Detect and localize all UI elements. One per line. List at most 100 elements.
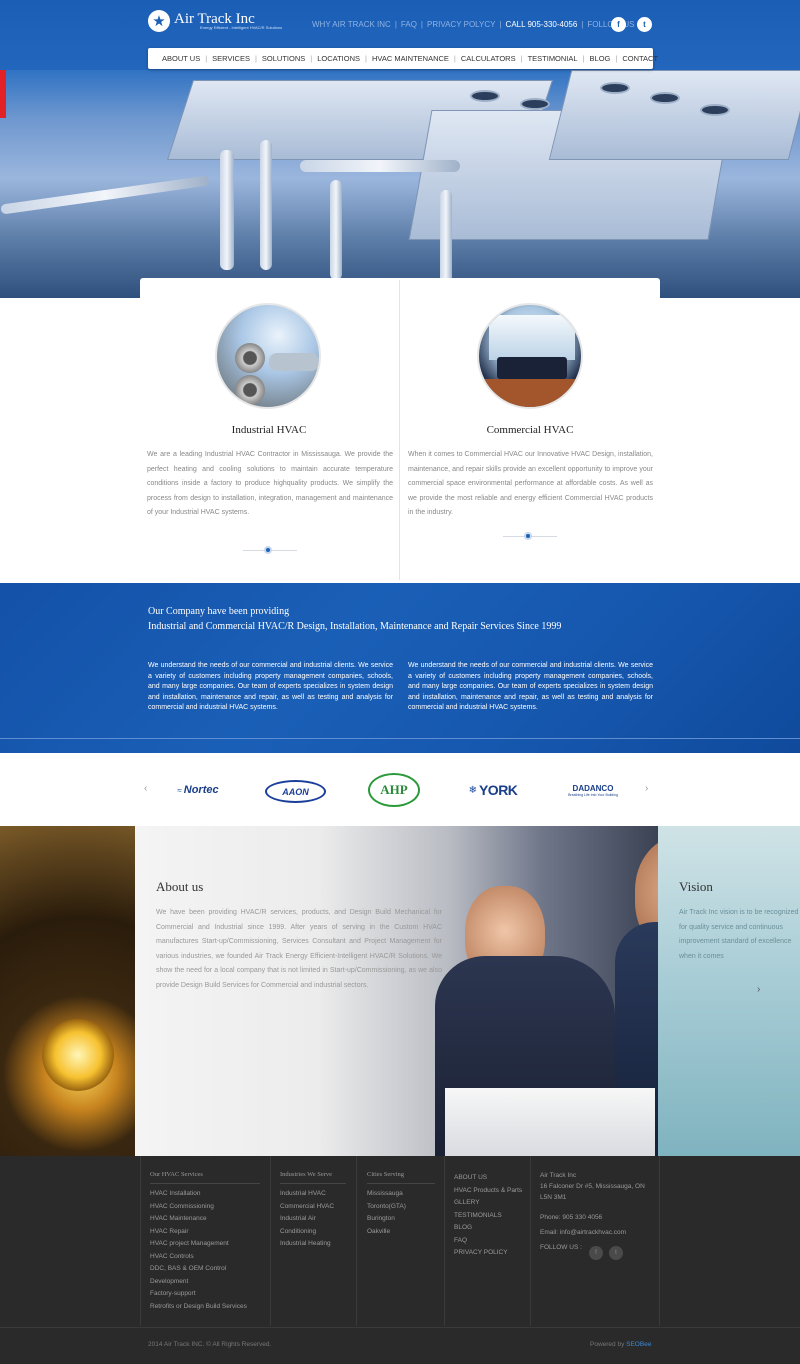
footer-link[interactable]: Development [150,1276,247,1289]
nav-about[interactable]: ABOUT US [162,54,200,63]
band-divider [0,738,800,739]
brand-ahp-label: AHP [380,782,408,797]
snowflake-icon: ❄ [468,784,477,796]
band-text-left: We understand the needs of our commercia… [148,662,393,711]
brand-carousel: ‹ ≈ Nortec AAON AHP ❄ YORK DADANCO Breat… [0,755,800,826]
footer-link[interactable]: Mississauga [367,1188,406,1201]
footer-link[interactable]: Factory-support [150,1288,247,1301]
footer-link[interactable]: Industrial HVAC [280,1188,334,1201]
logo[interactable]: ★ Air Track Inc Energy Efficient - Intel… [148,10,282,32]
powered-by: Powered by SEOBee [590,1341,651,1348]
footer-link[interactable]: HVAC Maintenance [150,1213,247,1226]
footer-link[interactable]: FAQ [454,1235,522,1248]
industrial-hvac-image[interactable] [215,303,321,409]
powered-by-link[interactable]: SEOBee [626,1341,651,1348]
nav-blog[interactable]: BLOG [590,54,611,63]
headlight-image [42,1019,114,1091]
main-navigation: ABOUT US | SERVICES | SOLUTIONS | LOCATIONS… [148,48,658,69]
footer-link[interactable]: Toronto(GTA) [367,1201,406,1214]
car-image [0,826,135,1156]
footer-link[interactable]: HVAC Commissioning [150,1201,247,1214]
footer-link[interactable]: ABOUT US [454,1172,522,1185]
industrial-hvac-title[interactable]: Industrial HVAC [149,424,389,436]
footer-link[interactable]: HVAC project Management [150,1238,247,1251]
vision-image [658,826,800,1156]
footer-link[interactable]: HVAC Products & Parts [454,1185,522,1198]
more-dot[interactable] [264,546,272,554]
brand-aaon-label: AAON [282,786,309,797]
brand-dadanco-label: DADANCO [572,783,614,793]
footer-link[interactable]: HVAC Installation [150,1188,247,1201]
footer-twitter-icon[interactable]: t [609,1246,623,1260]
commercial-hvac-image[interactable] [477,303,583,409]
footer-link[interactable]: Industrial Heating [280,1238,334,1251]
footer-industries-title: Industries We Serve [280,1171,333,1178]
nav-locations[interactable]: LOCATIONS [317,54,360,63]
commercial-hvac-text: When it comes to Commercial HVAC our Inn… [408,451,653,516]
footer-title-underline [280,1183,346,1184]
footer-col-cities [356,1156,444,1326]
nav-services[interactable]: SERVICES [212,54,250,63]
footer-link[interactable]: PRIVACY POLICY [454,1247,522,1260]
copyright: 2014 Air Track INC. © All Rights Reserve… [148,1341,272,1348]
carousel-prev-icon[interactable]: ‹ [144,783,147,794]
band-heading: Our Company have been providing Industri… [148,604,668,634]
footer-link[interactable]: Retrofits or Design Build Services [150,1301,247,1314]
footer-address-2: L5N 3M1 [540,1194,567,1201]
brand-nortec[interactable]: ≈ Nortec [165,781,231,799]
brand-aaon[interactable]: AAON [265,780,326,803]
footer-services-title: Our HVAC Services [150,1171,203,1178]
nav-hvac-maintenance[interactable]: HVAC MAINTENANCE [372,54,449,63]
link-privacy[interactable]: PRIVACY POLYCY [427,20,495,29]
footer-cities-title: Cities Serving [367,1171,405,1178]
nav-calculators[interactable]: CALCULATORS [461,54,516,63]
vision-title: Vision [679,879,713,894]
band-heading-line1: Our Company have been providing [148,606,290,617]
link-faq[interactable]: FAQ [401,20,417,29]
footer-link[interactable]: Conditioning [280,1226,334,1239]
vision-next-icon[interactable]: › [757,984,760,995]
nav-testimonial[interactable]: TESTIMONIAL [528,54,578,63]
brand-nortec-label: Nortec [183,784,219,796]
wave-icon: ≈ [177,785,182,795]
footer-phone[interactable]: Phone: 905 330 4056 [540,1212,645,1223]
more-dot[interactable] [524,532,532,540]
carousel-next-icon[interactable]: › [645,783,648,794]
vision-text: Air Track Inc vision is to be recognized… [679,909,799,960]
industrial-hvac-text: We are a leading Industrial HVAC Contrac… [147,451,393,516]
page: ★ Air Track Inc Energy Efficient - Intel… [0,0,800,1364]
footer-link[interactable]: TESTIMONIALS [454,1210,522,1223]
nav-contact[interactable]: CONTACT [622,54,658,63]
footer-link[interactable]: HVAC Repair [150,1226,247,1239]
brand-york[interactable]: ❄ YORK [460,781,526,799]
footer-quick-links: ABOUT US HVAC Products & Parts GLLERY TE… [454,1172,522,1260]
twitter-icon[interactable]: t [637,17,652,32]
brand-york-label: YORK [478,782,518,798]
footer-title-underline [367,1183,435,1184]
side-tab[interactable] [0,70,6,118]
brand-ahp[interactable]: AHP [368,773,420,807]
footer-link[interactable]: BLOG [454,1222,522,1235]
band-text-right: We understand the needs of our commercia… [408,662,653,711]
footer-link[interactable]: GLLERY [454,1197,522,1210]
brand-dadanco[interactable]: DADANCO Breathing Life Into Your Buildin… [558,779,628,801]
commercial-hvac-title[interactable]: Commercial HVAC [410,424,650,436]
footer-title-underline [150,1183,260,1184]
footer-cities-list: Mississauga Toronto(GTA) Burington Oakvi… [367,1188,406,1238]
facebook-icon[interactable]: f [611,17,626,32]
footer-company: Air Track Inc [540,1172,577,1179]
footer-link[interactable]: Commercial HVAC [280,1201,334,1214]
footer-email[interactable]: Email: info@airtrackhvac.com [540,1227,645,1238]
footer-link[interactable]: DDC, BAS & OEM Control [150,1263,247,1276]
footer-link[interactable]: Burington [367,1213,406,1226]
band-heading-line2: Industrial and Commercial HVAC/R Design,… [148,621,562,632]
footer-facebook-icon[interactable]: f [589,1246,603,1260]
services-divider [399,280,400,580]
footer-link[interactable]: Oakville [367,1226,406,1239]
call-number[interactable]: CALL 905-330-4056 [506,20,578,29]
nav-solutions[interactable]: SOLUTIONS [262,54,305,63]
link-why[interactable]: WHY AIR TRACK INC [312,20,391,29]
footer-link[interactable]: Industrial Air [280,1213,334,1226]
hero-image [0,70,800,298]
footer-link[interactable]: HVAC Controls [150,1251,247,1264]
